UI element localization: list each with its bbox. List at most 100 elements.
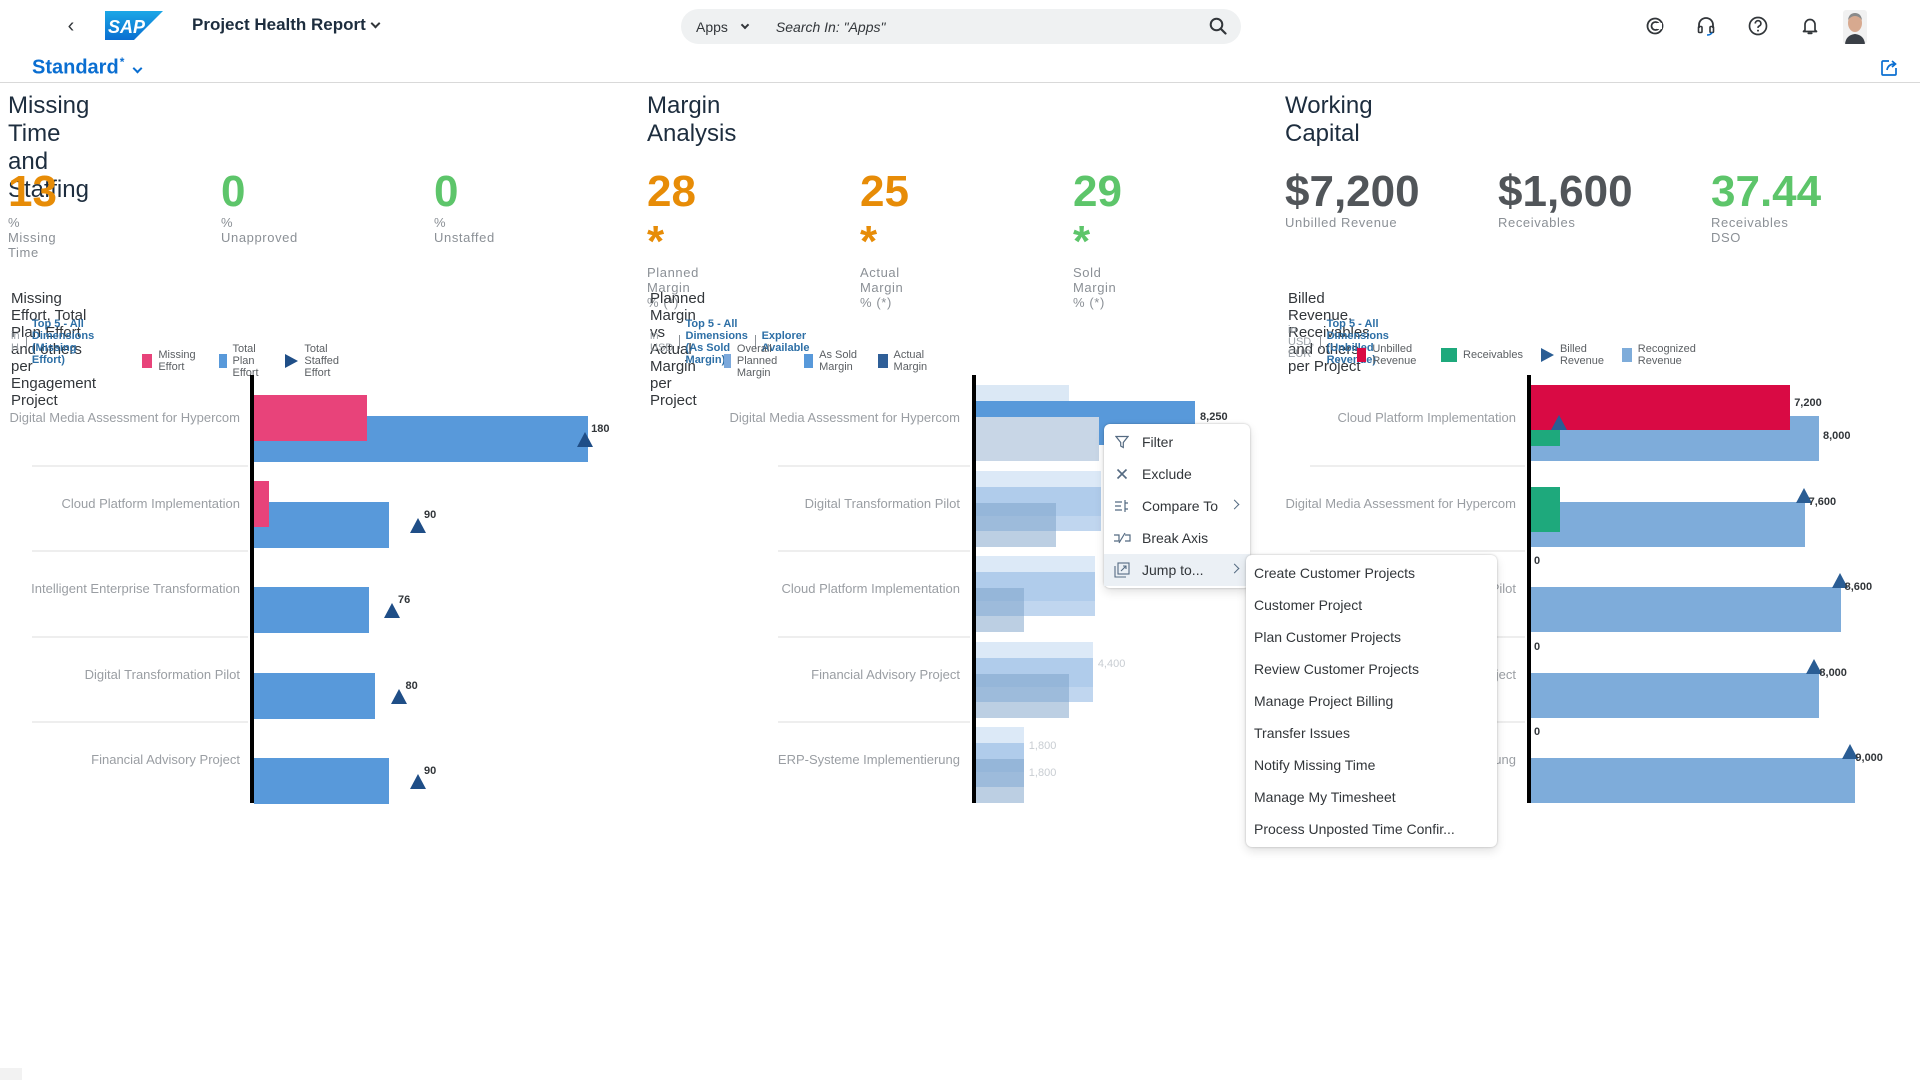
header-divider <box>0 82 1920 83</box>
headset-support-icon[interactable] <box>1694 14 1718 38</box>
search-icon[interactable] <box>1209 17 1227 35</box>
legend-item[interactable]: Missing Effort <box>142 349 201 373</box>
kpi-label: Receivables DSO <box>1711 215 1789 245</box>
chart-link[interactable]: Top 5 - All Dimensions (Missing Effort) <box>32 318 95 366</box>
chevron-down-icon <box>370 18 381 28</box>
data-label: 90 <box>424 765 437 777</box>
category-label[interactable]: Cloud Platform Implementation <box>62 496 240 511</box>
kpi-tile[interactable]: 13% Missing Time <box>8 167 57 260</box>
recognized-revenue-bar[interactable] <box>1531 587 1841 632</box>
actual-margin-bar[interactable] <box>976 673 1069 718</box>
menu-item-break-axis[interactable]: Break Axis <box>1104 522 1250 554</box>
legend-item[interactable]: Actual Margin <box>878 349 934 373</box>
category-label[interactable]: Digital Media Assessment for Hypercom <box>730 410 960 425</box>
joule-copilot-icon[interactable] <box>1643 14 1667 38</box>
actual-margin-bar[interactable] <box>976 759 1024 803</box>
kpi-tile[interactable]: 29 * Sold Margin % (*) <box>1073 167 1122 310</box>
kpi-value: 0 <box>434 167 459 216</box>
category-label[interactable]: Financial Advisory Project <box>811 667 960 682</box>
total-plan-effort-bar[interactable] <box>254 501 390 548</box>
category-label[interactable]: Digital Transformation Pilot <box>85 667 240 682</box>
chart-unit: in USD, EUR <box>1288 324 1315 360</box>
kpi-tile[interactable]: 0% Unstaffed <box>434 167 495 245</box>
jump-to-item[interactable]: Process Unposted Time Confir... <box>1246 813 1497 845</box>
kpi-tile[interactable]: $1,600 Receivables <box>1498 167 1633 230</box>
chart-context-menu: Filter Exclude Compare To Break Axis Jum… <box>1104 424 1250 588</box>
search-scope-select[interactable]: Apps <box>696 19 750 35</box>
category-label[interactable]: Cloud Platform Implementation <box>782 581 960 596</box>
kpi-tile[interactable]: 0% Unapproved <box>221 167 298 245</box>
variant-management[interactable]: Standard* <box>32 55 143 80</box>
total-plan-effort-bar[interactable] <box>254 758 390 804</box>
jump-to-item[interactable]: Notify Missing Time <box>1246 749 1497 781</box>
jump-to-item[interactable]: Manage My Timesheet <box>1246 781 1497 813</box>
chart-unit: in USD <box>650 330 674 354</box>
kpi-tile[interactable]: $7,200 Unbilled Revenue <box>1285 167 1420 230</box>
menu-item-jump-to[interactable]: Jump to... <box>1104 554 1250 586</box>
total-plan-effort-bar[interactable] <box>254 587 370 633</box>
legend-item[interactable]: Total Staffed Effort <box>285 343 339 379</box>
recognized-revenue-bar[interactable] <box>1531 501 1805 547</box>
legend-item[interactable]: Recognized Revenue <box>1621 343 1702 367</box>
legend-item[interactable]: Billed Revenue <box>1540 343 1604 367</box>
missing-effort-bar[interactable] <box>254 480 269 527</box>
category-label[interactable]: Digital Media Assessment for Hypercom <box>10 410 240 425</box>
jump-to-item[interactable]: Plan Customer Projects <box>1246 621 1497 653</box>
data-label: 7,600 <box>1808 495 1837 508</box>
legend-item[interactable]: Total Plan Effort <box>219 343 267 379</box>
notification-bell-icon[interactable] <box>1798 14 1822 38</box>
category-label[interactable]: ERP-Systeme Implementierung <box>778 752 960 767</box>
help-icon[interactable] <box>1746 14 1770 38</box>
legend-swatch <box>1621 348 1632 362</box>
legend-item[interactable]: Receivables <box>1441 348 1523 362</box>
recognized-revenue-bar[interactable] <box>1531 758 1855 803</box>
unbilled-revenue-bar[interactable] <box>1531 385 1791 430</box>
triangle-marker[interactable] <box>1550 415 1567 430</box>
app-title-menu[interactable]: Project Health Report <box>192 15 381 35</box>
kpi-value: 28 * <box>647 167 696 266</box>
chart-subtitle: in H Top 5 - All Dimensions (Missing Effo… <box>11 318 95 366</box>
category-label[interactable]: Intelligent Enterprise Transformation <box>31 581 240 596</box>
data-label: 8,250 <box>1200 411 1228 423</box>
legend-item[interactable]: As Sold Margin <box>804 349 860 373</box>
menu-item-label: Create Customer Projects <box>1254 565 1416 581</box>
data-label: 4,400 <box>1097 657 1126 670</box>
category-label[interactable]: Financial Advisory Project <box>91 752 240 767</box>
actual-margin-bar[interactable] <box>976 502 1056 547</box>
total-plan-effort-bar[interactable] <box>254 672 375 719</box>
jump-to-icon <box>1112 562 1132 578</box>
share-icon[interactable] <box>1880 59 1898 77</box>
missing-effort-bar[interactable] <box>254 395 368 441</box>
legend-swatch <box>1357 348 1367 362</box>
kpi-tile[interactable]: 28 * Planned Margin % (*) <box>647 167 699 310</box>
menu-item-filter[interactable]: Filter <box>1104 426 1250 458</box>
recognized-revenue-bar[interactable] <box>1531 672 1819 718</box>
receivables-bar[interactable] <box>1531 486 1560 532</box>
user-avatar[interactable] <box>1843 10 1867 44</box>
jump-to-item[interactable]: Create Customer Projects <box>1246 557 1497 589</box>
jump-to-item[interactable]: Review Customer Projects <box>1246 653 1497 685</box>
jump-to-item[interactable]: Customer Project <box>1246 589 1497 621</box>
kpi-value: 13 <box>8 167 57 216</box>
row-divider <box>32 635 248 638</box>
jump-to-item[interactable]: Manage Project Billing <box>1246 685 1497 717</box>
jump-to-item[interactable]: Transfer Issues <box>1246 717 1497 749</box>
row-divider <box>778 635 970 638</box>
break-axis-icon <box>1112 530 1132 546</box>
kpi-tile[interactable]: 25 * Actual Margin % (*) <box>860 167 909 310</box>
search-input[interactable] <box>775 18 1176 35</box>
category-label[interactable]: Cloud Platform Implementation <box>1338 410 1516 425</box>
actual-margin-bar[interactable] <box>976 417 1100 461</box>
menu-item-exclude[interactable]: Exclude <box>1104 458 1250 490</box>
data-label: 180 <box>591 423 610 435</box>
sap-logo[interactable]: SAP <box>105 11 163 40</box>
legend-item[interactable]: Overall Planned Margin <box>724 343 786 379</box>
category-label[interactable]: Digital Media Assessment for Hypercom <box>1286 496 1516 511</box>
menu-item-compare-to[interactable]: Compare To <box>1104 490 1250 522</box>
back-button[interactable]: ‹ <box>60 14 82 38</box>
category-label[interactable]: Digital Transformation Pilot <box>805 496 960 511</box>
actual-margin-bar[interactable] <box>976 588 1024 632</box>
legend-item[interactable]: Unbilled Revenue <box>1357 343 1423 367</box>
kpi-tile[interactable]: 37.44 Receivables DSO <box>1711 167 1821 245</box>
back-icon: ‹ <box>67 15 75 37</box>
